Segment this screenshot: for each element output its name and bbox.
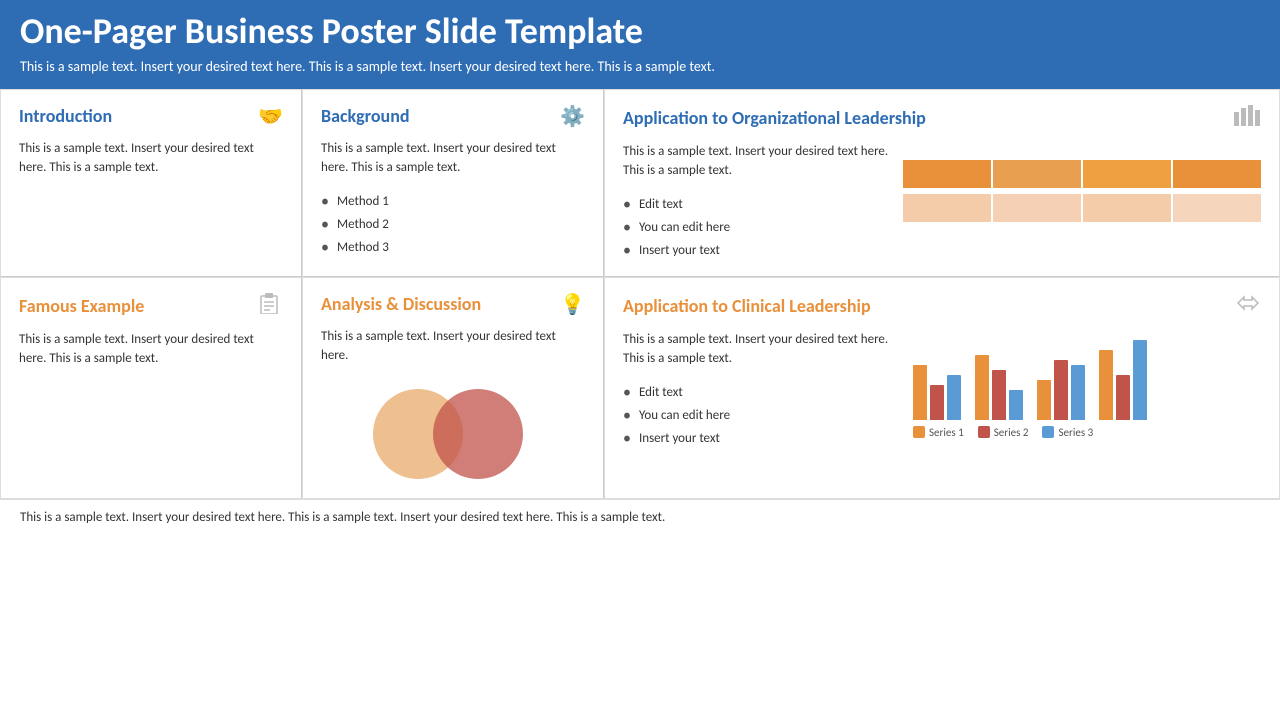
analysis-title: Analysis & Discussion bbox=[321, 293, 481, 315]
bar bbox=[992, 370, 1006, 420]
background-bullets: Method 1 Method 2 Method 3 bbox=[321, 190, 585, 259]
bar-group bbox=[913, 365, 961, 420]
list-item: Edit text bbox=[623, 193, 903, 216]
introduction-title: Introduction bbox=[19, 105, 112, 127]
bar-segment bbox=[993, 160, 1081, 188]
content-grid: Introduction 🤝 This is a sample text. In… bbox=[0, 89, 1280, 499]
org-text-area: This is a sample text. Insert your desir… bbox=[623, 142, 903, 262]
famous-example-cell: Famous Example This is a sample text. In… bbox=[0, 277, 302, 499]
bar bbox=[1037, 380, 1051, 420]
list-item: Method 1 bbox=[321, 190, 585, 213]
legend-dot-series2 bbox=[978, 426, 990, 438]
bar-segment bbox=[1173, 194, 1261, 222]
legend-dot-series3 bbox=[1042, 426, 1054, 438]
background-title-row: Background ⚙️ bbox=[321, 104, 585, 129]
famous-title: Famous Example bbox=[19, 295, 144, 317]
analysis-cell: Analysis & Discussion 💡 This is a sample… bbox=[302, 277, 604, 499]
footer-text: This is a sample text. Insert your desir… bbox=[20, 510, 665, 525]
bar bbox=[1054, 360, 1068, 420]
clinical-content: This is a sample text. Insert your desir… bbox=[623, 330, 1261, 450]
legend-label-series3: Series 3 bbox=[1058, 426, 1093, 439]
background-cell: Background ⚙️ This is a sample text. Ins… bbox=[302, 89, 604, 277]
horizontal-bar-chart bbox=[903, 160, 1261, 222]
famous-title-row: Famous Example bbox=[19, 292, 283, 320]
clinical-leadership-cell: Application to Clinical Leadership This … bbox=[604, 277, 1280, 499]
footer: This is a sample text. Insert your desir… bbox=[0, 499, 1280, 535]
clinical-text: This is a sample text. Insert your desir… bbox=[623, 330, 903, 369]
lightbulb-icon: 💡 bbox=[560, 292, 585, 317]
introduction-text: This is a sample text. Insert your desir… bbox=[19, 139, 283, 178]
list-item: Edit text bbox=[623, 381, 903, 404]
list-item: Method 2 bbox=[321, 213, 585, 236]
bar-group bbox=[1099, 340, 1147, 420]
header: One-Pager Business Poster Slide Template… bbox=[0, 0, 1280, 89]
handshake-icon: 🤝 bbox=[258, 104, 283, 129]
background-text: This is a sample text. Insert your desir… bbox=[321, 139, 585, 178]
bar-segment bbox=[1173, 160, 1261, 188]
bar-segment bbox=[1083, 194, 1171, 222]
org-content: This is a sample text. Insert your desir… bbox=[623, 142, 1261, 262]
list-item: Insert your text bbox=[623, 239, 903, 262]
org-bullets: Edit text You can edit here Insert your … bbox=[623, 193, 903, 262]
org-leadership-cell: Application to Organizational Leadership… bbox=[604, 89, 1280, 277]
clinical-text-area: This is a sample text. Insert your desir… bbox=[623, 330, 903, 450]
legend-series1: Series 1 bbox=[913, 426, 964, 439]
clinical-title-row: Application to Clinical Leadership bbox=[623, 292, 1261, 320]
header-subtitle: This is a sample text. Insert your desir… bbox=[20, 58, 1260, 75]
vertical-bar-chart bbox=[903, 340, 1261, 420]
bar bbox=[1071, 365, 1085, 420]
bar-segment bbox=[1083, 160, 1171, 188]
clinical-bar-chart: Series 1 Series 2 Series 3 bbox=[903, 330, 1261, 450]
list-item: Method 3 bbox=[321, 236, 585, 259]
bar bbox=[1009, 390, 1023, 420]
bar bbox=[1099, 350, 1113, 420]
gear-icon: ⚙️ bbox=[560, 104, 585, 129]
org-bar-chart bbox=[903, 142, 1261, 262]
venn-circle-right bbox=[433, 389, 523, 479]
bar bbox=[975, 355, 989, 420]
bar bbox=[913, 365, 927, 420]
bar-segment bbox=[903, 160, 991, 188]
page-title: One-Pager Business Poster Slide Template bbox=[20, 12, 1260, 52]
chart-legend: Series 1 Series 2 Series 3 bbox=[903, 426, 1261, 439]
chart-icon bbox=[1233, 104, 1261, 132]
analysis-title-row: Analysis & Discussion 💡 bbox=[321, 292, 585, 317]
introduction-title-row: Introduction 🤝 bbox=[19, 104, 283, 129]
legend-dot-series1 bbox=[913, 426, 925, 438]
bar-group bbox=[1037, 360, 1085, 420]
bar-segment bbox=[903, 194, 991, 222]
org-title: Application to Organizational Leadership bbox=[623, 107, 926, 129]
arrows-icon bbox=[1235, 292, 1261, 320]
bar bbox=[1133, 340, 1147, 420]
bar-segment bbox=[993, 194, 1081, 222]
list-item: You can edit here bbox=[623, 216, 903, 239]
clipboard-icon bbox=[259, 292, 283, 320]
bar bbox=[947, 375, 961, 420]
introduction-cell: Introduction 🤝 This is a sample text. In… bbox=[0, 89, 302, 277]
bar bbox=[1116, 375, 1130, 420]
bar-row-2 bbox=[903, 194, 1261, 222]
clinical-bullets: Edit text You can edit here Insert your … bbox=[623, 381, 903, 450]
bar bbox=[930, 385, 944, 420]
analysis-text: This is a sample text. Insert your desir… bbox=[321, 327, 585, 366]
legend-series3: Series 3 bbox=[1042, 426, 1093, 439]
list-item: You can edit here bbox=[623, 404, 903, 427]
org-text: This is a sample text. Insert your desir… bbox=[623, 142, 903, 181]
bar-row-1 bbox=[903, 160, 1261, 188]
legend-series2: Series 2 bbox=[978, 426, 1029, 439]
legend-label-series2: Series 2 bbox=[994, 426, 1029, 439]
venn-diagram bbox=[321, 384, 585, 484]
clinical-title: Application to Clinical Leadership bbox=[623, 295, 871, 317]
org-title-row: Application to Organizational Leadership bbox=[623, 104, 1261, 132]
bar-group bbox=[975, 355, 1023, 420]
background-title: Background bbox=[321, 105, 410, 127]
famous-text: This is a sample text. Insert your desir… bbox=[19, 330, 283, 369]
list-item: Insert your text bbox=[623, 427, 903, 450]
legend-label-series1: Series 1 bbox=[929, 426, 964, 439]
